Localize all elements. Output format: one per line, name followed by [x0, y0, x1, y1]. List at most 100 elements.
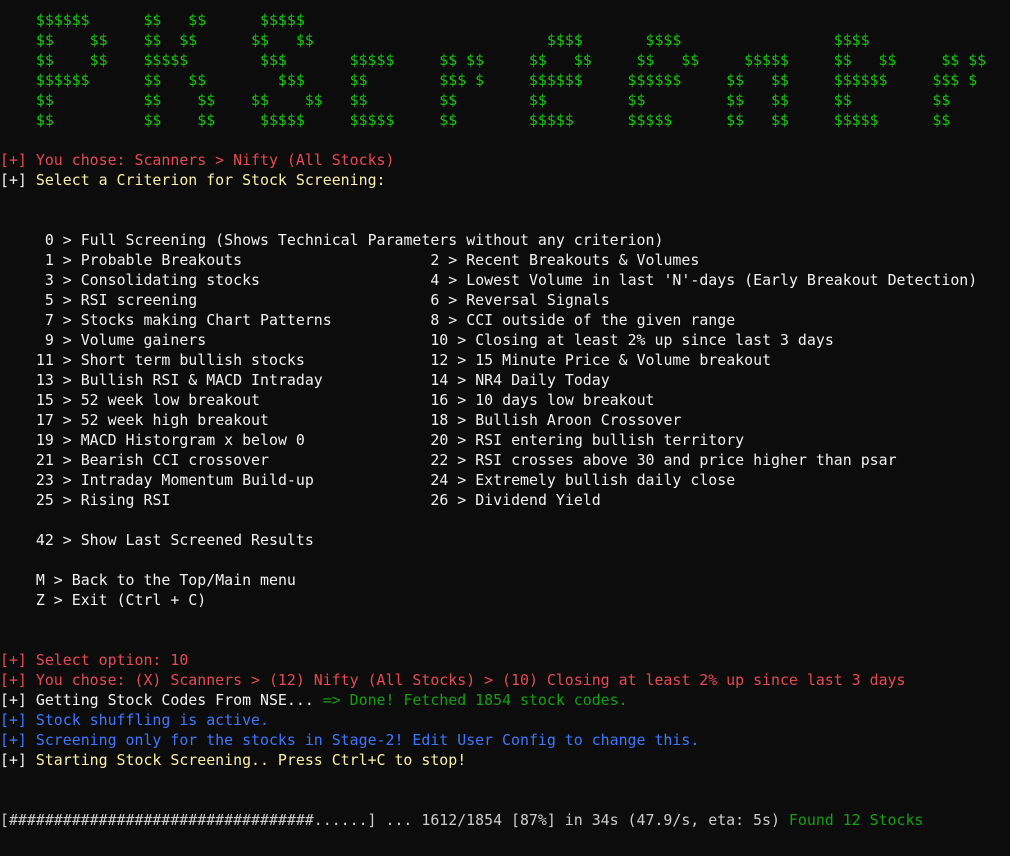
menu-item-1[interactable]: 1 > Probable Breakouts: [45, 251, 242, 269]
fetched-status: => Done! Fetched 1854 stock codes.: [322, 691, 628, 709]
menu-row: 5 > RSI screening 6 > Reversal Signals: [0, 290, 1010, 310]
menu-label: Show Last Screened Results: [80, 531, 314, 549]
menu-item-16[interactable]: 16 > 10 days low breakout: [430, 391, 654, 409]
menu-item-6[interactable]: 6 > Reversal Signals: [430, 291, 609, 309]
menu-item-10[interactable]: 10 > Closing at least 2% up since last 3…: [430, 331, 833, 349]
menu-item-0[interactable]: 0 > Full Screening (Shows Technical Para…: [0, 230, 1010, 250]
menu-separator: >: [448, 451, 476, 469]
menu-key: 15: [35, 391, 54, 409]
menu-item-18[interactable]: 18 > Bullish Aroon Crossover: [430, 411, 681, 429]
menu-key: 5: [44, 291, 54, 309]
menu-item-5[interactable]: 5 > RSI screening: [45, 291, 197, 309]
stage2-line: [+] Screening only for the stocks in Sta…: [0, 730, 1010, 750]
menu-item-back[interactable]: M > Back to the Top/Main menu: [0, 570, 1010, 590]
menu-label: RSI entering bullish territory: [475, 431, 745, 449]
menu-separator: >: [448, 431, 476, 449]
menu-separator: >: [53, 491, 81, 509]
menu-item-4[interactable]: 4 > Lowest Volume in last 'N'-days (Earl…: [430, 271, 977, 289]
menu-item-8[interactable]: 8 > CCI outside of the given range: [430, 311, 735, 329]
banner-line: $$$$$$ $$ $$ $$$ $$ $$$ $ $$$$$$ $$$$$$ …: [0, 71, 978, 89]
select-option-text: Select option: 10: [35, 651, 189, 669]
progress-bar: [##################################.....…: [0, 811, 377, 829]
menu-key: 1: [44, 251, 54, 269]
banner-line: $$ $$ $$ $$$$$ $$$$$ $$ $$$$$ $$$$$ $$ $…: [0, 111, 951, 129]
menu-item-25[interactable]: 25 > Rising RSI: [36, 491, 171, 509]
menu-separator: >: [448, 331, 476, 349]
menu-label: RSI screening: [80, 291, 198, 309]
menu-item-22[interactable]: 22 > RSI crosses above 30 and price high…: [430, 451, 896, 469]
menu-key: 42: [35, 531, 54, 549]
menu-key: 24: [430, 471, 449, 489]
menu-key: 25: [35, 491, 54, 509]
menu-key: 17: [35, 411, 54, 429]
menu-row: 17 > 52 week high breakout 18 > Bullish …: [0, 410, 1010, 430]
menu-item-2[interactable]: 2 > Recent Breakouts & Volumes: [430, 251, 699, 269]
menu-row: 3 > Consolidating stocks 4 > Lowest Volu…: [0, 270, 1010, 290]
menu-row: 23 > Intraday Momentum Build-up 24 > Ext…: [0, 470, 1010, 490]
menu-separator: >: [53, 271, 81, 289]
menu-item-24[interactable]: 24 > Extremely bullish daily close: [430, 471, 735, 489]
menu-item-14[interactable]: 14 > NR4 Daily Today: [430, 371, 609, 389]
menu-item-12[interactable]: 12 > 15 Minute Price & Volume breakout: [430, 351, 771, 369]
menu-item-26[interactable]: 26 > Dividend Yield: [430, 491, 600, 509]
menu-separator: >: [448, 491, 476, 509]
menu-row: 15 > 52 week low breakout 16 > 10 days l…: [0, 390, 1010, 410]
menu-key: 26: [430, 491, 449, 509]
menu-label: Closing at least 2% up since last 3 days: [475, 331, 834, 349]
menu-item-20[interactable]: 20 > RSI entering bullish territory: [430, 431, 744, 449]
menu-item-exit[interactable]: Z > Exit (Ctrl + C): [0, 590, 1010, 610]
criteria-menu: 0 > Full Screening (Shows Technical Para…: [0, 230, 1010, 610]
menu-item-21[interactable]: 21 > Bearish CCI crossover: [36, 451, 269, 469]
log-prefix: [+]: [0, 751, 36, 769]
menu-label: Full Screening (Shows Technical Paramete…: [80, 231, 664, 249]
menu-separator: >: [53, 291, 81, 309]
menu-item-9[interactable]: 9 > Volume gainers: [45, 331, 206, 349]
menu-label: 52 week high breakout: [80, 411, 269, 429]
menu-item-42[interactable]: 42 > Show Last Screened Results: [0, 530, 1010, 550]
menu-label: Stocks making Chart Patterns: [80, 311, 332, 329]
you-chose-line: [+] You chose: Scanners > Nifty (All Sto…: [0, 150, 1010, 170]
menu-key: 6: [430, 291, 440, 309]
menu-label: Bearish CCI crossover: [80, 451, 269, 469]
menu-row: 25 > Rising RSI 26 > Dividend Yield: [0, 490, 1010, 510]
menu-key: 10: [430, 331, 449, 349]
menu-separator: >: [439, 251, 467, 269]
menu-separator: >: [53, 391, 81, 409]
menu-separator: >: [53, 531, 81, 549]
menu-separator: >: [53, 451, 81, 469]
menu-label: Reversal Signals: [466, 291, 610, 309]
menu-row: 11 > Short term bullish stocks 12 > 15 M…: [0, 350, 1010, 370]
banner-line: $$ $$ $$$$$ $$$ $$$$$ $$ $$ $$ $$ $$ $$ …: [0, 51, 987, 69]
menu-item-17[interactable]: 17 > 52 week high breakout: [36, 411, 269, 429]
menu-separator: >: [448, 391, 476, 409]
menu-item-15[interactable]: 15 > 52 week low breakout: [36, 391, 260, 409]
menu-key: 18: [430, 411, 449, 429]
menu-separator: >: [53, 411, 81, 429]
menu-label: 10 days low breakout: [475, 391, 655, 409]
log-prefix: [+]: [0, 151, 36, 169]
progress-line: [##################################.....…: [0, 810, 1010, 830]
shuffling-text: Stock shuffling is active.: [35, 711, 269, 729]
getting-codes-text: Getting Stock Codes From NSE...: [35, 691, 323, 709]
menu-label: MACD Historgram x below 0: [80, 431, 305, 449]
banner-line: $$$$$$ $$ $$ $$$$$: [0, 11, 305, 29]
menu-item-7[interactable]: 7 > Stocks making Chart Patterns: [45, 311, 332, 329]
menu-key: 4: [430, 271, 440, 289]
menu-item-23[interactable]: 23 > Intraday Momentum Build-up: [36, 471, 314, 489]
menu-item-3[interactable]: 3 > Consolidating stocks: [45, 271, 260, 289]
ascii-banner: $$$$$$ $$ $$ $$$$$ $$ $$ $$ $$ $$ $$ $$$…: [0, 10, 1010, 130]
menu-key: 13: [35, 371, 54, 389]
log-prefix: [+]: [0, 691, 36, 709]
menu-item-19[interactable]: 19 > MACD Historgram x below 0: [36, 431, 305, 449]
menu-item-11[interactable]: 11 > Short term bullish stocks: [36, 351, 305, 369]
terminal-window[interactable]: $$$$$$ $$ $$ $$$$$ $$ $$ $$ $$ $$ $$ $$$…: [0, 10, 1010, 830]
menu-key: 16: [430, 391, 449, 409]
select-criterion-line: [+] Select a Criterion for Stock Screeni…: [0, 170, 1010, 190]
menu-key: 7: [44, 311, 54, 329]
menu-label: Back to the Top/Main menu: [71, 571, 296, 589]
starting-text: Starting Stock Screening.. Press Ctrl+C …: [35, 751, 467, 769]
menu-item-13[interactable]: 13 > Bullish RSI & MACD Intraday: [36, 371, 323, 389]
starting-line: [+] Starting Stock Screening.. Press Ctr…: [0, 750, 1010, 770]
